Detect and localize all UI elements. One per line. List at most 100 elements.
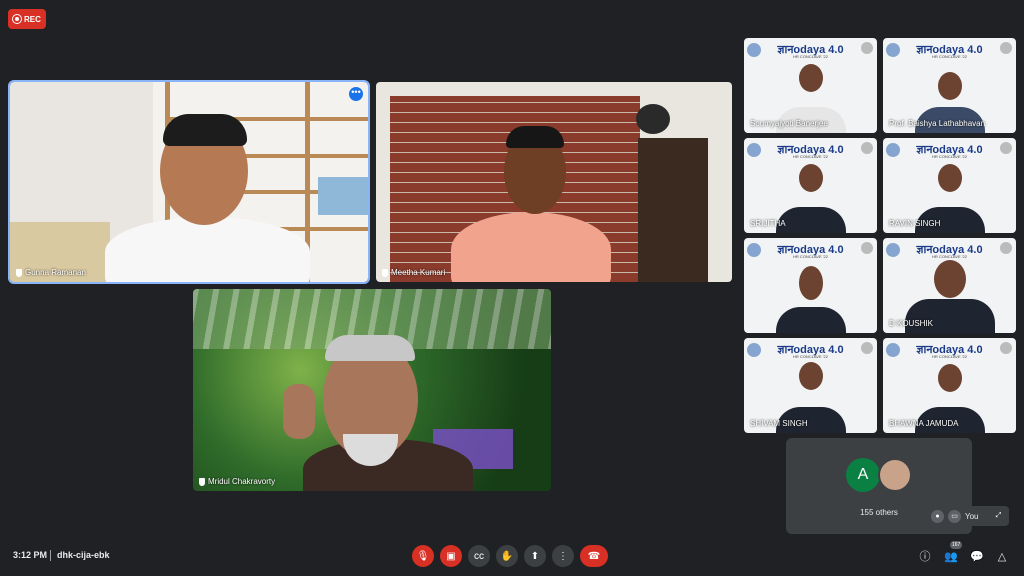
logo-icon <box>886 343 900 357</box>
more-options-button[interactable]: ••• <box>349 87 363 101</box>
participant-name: D KOUSHIK <box>889 319 934 328</box>
avatar: A <box>846 458 880 492</box>
pin-icon <box>16 268 22 277</box>
participant-body <box>775 207 846 233</box>
bookshelf <box>638 138 708 282</box>
participant-body <box>451 212 611 282</box>
participant-head <box>798 64 823 92</box>
video-tile-side-1[interactable]: ज्ञानodaya 4.0 HR CONCLAVE '22 Soumyajyo… <box>744 38 877 133</box>
participant-head <box>798 266 823 300</box>
participant-head <box>933 260 966 298</box>
video-tile-side-6[interactable]: ज्ञानodaya 4.0 HR CONCLAVE '22 D KOUSHIK <box>883 238 1016 333</box>
participant-name: Soumyajyoti Banerjee <box>750 119 828 128</box>
video-tile-side-7[interactable]: ज्ञानodaya 4.0 HR CONCLAVE '22 SHIVAM SI… <box>744 338 877 433</box>
pin-icon <box>199 477 205 486</box>
recording-badge: REC <box>8 9 46 29</box>
clock: 3:12 PM <box>13 550 48 560</box>
mic-muted-icon <box>1000 142 1012 154</box>
captions-icon: cc <box>474 550 484 562</box>
chat-button[interactable]: 💬 <box>970 549 984 563</box>
participant-name: RAVIN SINGH <box>889 219 941 228</box>
avatar <box>878 458 912 492</box>
activities-icon: △ <box>997 550 1007 563</box>
camera-off-icon: ▣ <box>446 550 456 562</box>
participant-body <box>105 217 310 282</box>
captions-button[interactable]: cc <box>468 545 490 567</box>
mic-off-icon: ● <box>931 509 944 523</box>
expand-icon[interactable]: ⤢ <box>992 510 1005 523</box>
hand-icon: ✋ <box>500 550 514 562</box>
participant-name: Meetha Kumari <box>382 268 445 277</box>
present-button[interactable]: ⬆ <box>524 545 546 567</box>
video-tile-side-5[interactable]: ज्ञानodaya 4.0 HR CONCLAVE '22 <box>744 238 877 333</box>
mic-muted-icon <box>1000 342 1012 354</box>
hair <box>163 114 247 146</box>
logo-icon <box>747 343 761 357</box>
camera-toggle-button[interactable]: ▣ <box>440 545 462 567</box>
hang-up-button[interactable]: ☎ <box>580 545 608 567</box>
hair <box>325 335 415 361</box>
participants-button[interactable]: 👥 167 <box>944 541 963 563</box>
wall-painting <box>318 177 368 215</box>
participant-head <box>798 362 823 390</box>
logo-icon <box>886 143 900 157</box>
mic-muted-icon <box>861 142 873 154</box>
mic-muted-icon <box>861 42 873 54</box>
event-subtitle: HR CONCLAVE '22 <box>932 254 967 259</box>
event-subtitle: HR CONCLAVE '22 <box>793 354 828 359</box>
participant-head <box>937 72 962 100</box>
logo-icon <box>747 143 761 157</box>
logo-icon <box>886 43 900 57</box>
participant-name: Mridul Chakravorty <box>199 477 275 486</box>
logo-icon <box>747 243 761 257</box>
guitar <box>636 104 670 134</box>
mic-muted-icon <box>861 242 873 254</box>
raise-hand-button[interactable]: ✋ <box>496 545 518 567</box>
info-icon: ⓘ <box>919 551 931 563</box>
participant-head <box>937 164 962 192</box>
event-subtitle: HR CONCLAVE '22 <box>932 354 967 359</box>
mic-muted-icon <box>861 342 873 354</box>
event-subtitle: HR CONCLAVE '22 <box>932 54 967 59</box>
video-tile-main-2[interactable]: Meetha Kumari <box>376 82 732 282</box>
event-subtitle: HR CONCLAVE '22 <box>932 154 967 159</box>
participant-name: SHIVAM SINGH <box>750 419 808 428</box>
meeting-info-button[interactable]: ⓘ <box>918 549 932 563</box>
mic-muted-icon <box>1000 242 1012 254</box>
bottom-bar: 3:12 PM dhk-cija-ebk 🎙 ▣ cc ✋ ⬆ ⋮ ☎ ⓘ 👥 … <box>0 538 1024 576</box>
logo-icon <box>747 43 761 57</box>
video-tile-side-4[interactable]: ज्ञानodaya 4.0 HR CONCLAVE '22 RAVIN SIN… <box>883 138 1016 233</box>
event-subtitle: HR CONCLAVE '22 <box>793 54 828 59</box>
mic-off-icon: 🎙 <box>416 550 430 562</box>
activities-button[interactable]: △ <box>995 549 1009 563</box>
participant-name: Prof. Baishya Lathabhavan <box>889 119 986 128</box>
people-icon: 👥 <box>944 550 958 563</box>
pin-icon <box>382 268 388 277</box>
participant-head <box>937 364 962 392</box>
self-view[interactable]: ● ▭ You ⤢ <box>927 506 1009 526</box>
self-label: You <box>965 511 979 521</box>
participants-count-badge: 167 <box>950 541 963 549</box>
participant-head <box>798 164 823 192</box>
hand <box>283 384 315 439</box>
mic-toggle-button[interactable]: 🎙 <box>412 545 434 567</box>
participant-body <box>775 307 846 333</box>
record-icon <box>13 15 21 23</box>
video-tile-side-3[interactable]: ज्ञानodaya 4.0 HR CONCLAVE '22 SRIJITHA <box>744 138 877 233</box>
hair <box>506 126 564 148</box>
video-tile-main-3[interactable]: Mridul Chakravorty <box>193 289 551 491</box>
phone-hangup-icon: ☎ <box>587 550 601 562</box>
logo-icon <box>886 243 900 257</box>
video-tile-side-8[interactable]: ज्ञानodaya 4.0 HR CONCLAVE '22 BHAWNA JA… <box>883 338 1016 433</box>
more-vert-icon: ⋮ <box>558 550 568 562</box>
event-subtitle: HR CONCLAVE '22 <box>793 254 828 259</box>
recording-label: REC <box>24 14 41 24</box>
divider <box>50 550 51 561</box>
video-tile-main-1[interactable]: ••• Gunna Ramanan <box>8 80 370 284</box>
camera-off-icon: ▭ <box>948 509 961 523</box>
video-tile-side-2[interactable]: ज्ञानodaya 4.0 HR CONCLAVE '22 Prof. Bai… <box>883 38 1016 133</box>
participant-name: SRIJITHA <box>750 219 786 228</box>
more-options-button[interactable]: ⋮ <box>552 545 574 567</box>
participant-name: BHAWNA JAMUDA <box>889 419 959 428</box>
present-icon: ⬆ <box>530 550 540 562</box>
